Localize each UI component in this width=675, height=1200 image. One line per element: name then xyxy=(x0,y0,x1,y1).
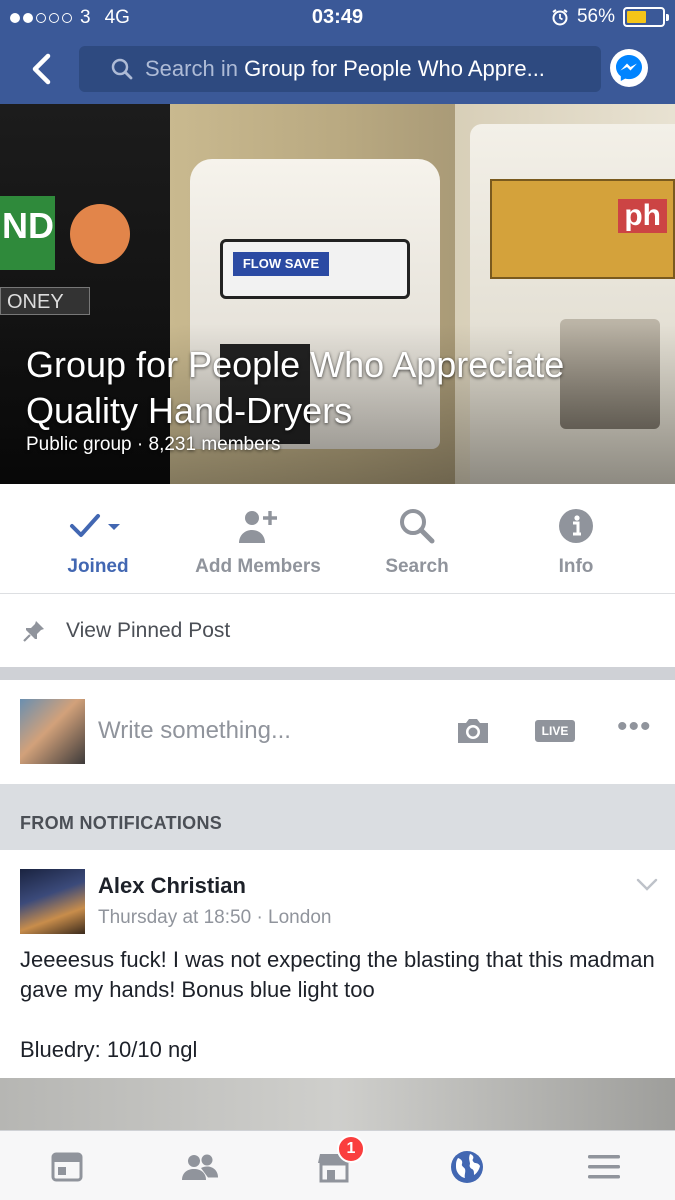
tab-news-feed[interactable] xyxy=(42,1147,92,1187)
status-right: 56% xyxy=(551,6,669,28)
search-label: Search xyxy=(385,556,449,577)
cover-sticker-green: ND xyxy=(0,196,55,270)
dryer-plate-text: ph xyxy=(618,199,667,233)
feed-post: Alex Christian Thursday at 18:50 · Londo… xyxy=(0,850,675,1078)
divider xyxy=(0,667,675,680)
notifications-globe-icon xyxy=(451,1151,483,1183)
menu-icon xyxy=(588,1155,620,1179)
meta-separator: · xyxy=(256,907,269,928)
live-video-button[interactable]: LIVE xyxy=(535,720,575,742)
post-meta: Thursday at 18:50 · London xyxy=(98,907,331,929)
battery-icon xyxy=(623,7,669,27)
dryer-label: FLOW SAVE xyxy=(220,239,410,299)
friends-icon xyxy=(182,1154,218,1180)
cover-sticker-oney: ONEY xyxy=(0,287,90,315)
post-timestamp[interactable]: Thursday at 18:50 xyxy=(98,907,251,928)
post-location[interactable]: London xyxy=(268,907,331,928)
tab-marketplace[interactable]: 1 xyxy=(309,1135,365,1187)
search-group-button[interactable]: Search xyxy=(337,506,497,578)
bottom-tab-bar: 1 xyxy=(0,1130,675,1200)
post-text-line: Jeeeesus fuck! I was not expecting the b… xyxy=(20,947,655,1002)
group-search-input[interactable]: Search in Group for People Who Appre... xyxy=(79,46,601,92)
tab-menu[interactable] xyxy=(579,1147,629,1187)
news-feed-icon xyxy=(51,1152,83,1182)
search-icon xyxy=(400,509,435,544)
nav-bar: Search in Group for People Who Appre... xyxy=(0,44,675,94)
post-author[interactable]: Alex Christian xyxy=(98,873,246,899)
back-arrow-icon[interactable] xyxy=(28,52,58,86)
post-composer: Write something... LIVE ••• xyxy=(0,680,675,784)
author-avatar[interactable] xyxy=(20,869,85,934)
search-icon xyxy=(111,58,133,80)
view-pinned-post-row[interactable]: View Pinned Post xyxy=(0,595,675,667)
notification-badge: 1 xyxy=(337,1135,365,1163)
top-bar: 3 4G 03:49 56% Search in Group for Peopl… xyxy=(0,0,675,104)
info-label: Info xyxy=(558,556,594,577)
battery-percent: 56% xyxy=(576,6,615,27)
camera-icon[interactable] xyxy=(455,716,491,746)
group-title: Group for People Who Appreciate Quality … xyxy=(26,344,565,431)
joined-button[interactable]: Joined xyxy=(18,506,178,578)
cover-sticker-face xyxy=(70,204,130,264)
dryer-instruction-plate: ph xyxy=(490,179,675,279)
battery-fill xyxy=(627,11,647,23)
search-text: Search in Group for People Who Appre... xyxy=(145,56,545,82)
search-target: Group for People Who Appre... xyxy=(244,56,545,81)
alarm-icon xyxy=(552,9,568,26)
group-actions: Joined Add Members Search Info xyxy=(0,484,675,594)
group-cover-photo[interactable]: ND ONEY FLOW SAVE ph Group for People Wh… xyxy=(0,104,675,484)
add-members-label: Add Members xyxy=(195,556,321,577)
search-prefix: Search in xyxy=(145,56,238,81)
write-something-input[interactable]: Write something... xyxy=(98,717,291,745)
tab-notifications[interactable] xyxy=(442,1147,492,1187)
messenger-button[interactable] xyxy=(610,49,648,87)
chevron-down-icon[interactable] xyxy=(636,878,658,892)
check-icon xyxy=(70,514,120,537)
tab-friends[interactable] xyxy=(175,1147,225,1187)
more-options-icon[interactable]: ••• xyxy=(617,710,652,744)
section-header-label: FROM NOTIFICATIONS xyxy=(20,813,223,833)
add-person-icon xyxy=(239,511,277,543)
post-body: Jeeeesus fuck! I was not expecting the b… xyxy=(20,945,660,1065)
view-pinned-post-label: View Pinned Post xyxy=(66,619,231,642)
post-image-preview[interactable] xyxy=(0,1078,675,1130)
status-bar: 3 4G 03:49 56% xyxy=(0,0,675,36)
from-notifications-header: FROM NOTIFICATIONS xyxy=(0,784,675,850)
user-avatar[interactable] xyxy=(20,699,85,764)
add-members-button[interactable]: Add Members xyxy=(178,506,338,578)
messenger-icon xyxy=(616,55,642,81)
pushpin-icon xyxy=(23,621,44,642)
joined-label: Joined xyxy=(67,556,129,577)
post-text-line: Bluedry: 10/10 ngl xyxy=(20,1037,198,1062)
group-subtitle[interactable]: Public group · 8,231 members xyxy=(26,434,281,456)
dryer-brand: FLOW SAVE xyxy=(233,252,329,276)
info-button[interactable]: Info xyxy=(496,506,656,578)
info-icon xyxy=(559,509,593,543)
